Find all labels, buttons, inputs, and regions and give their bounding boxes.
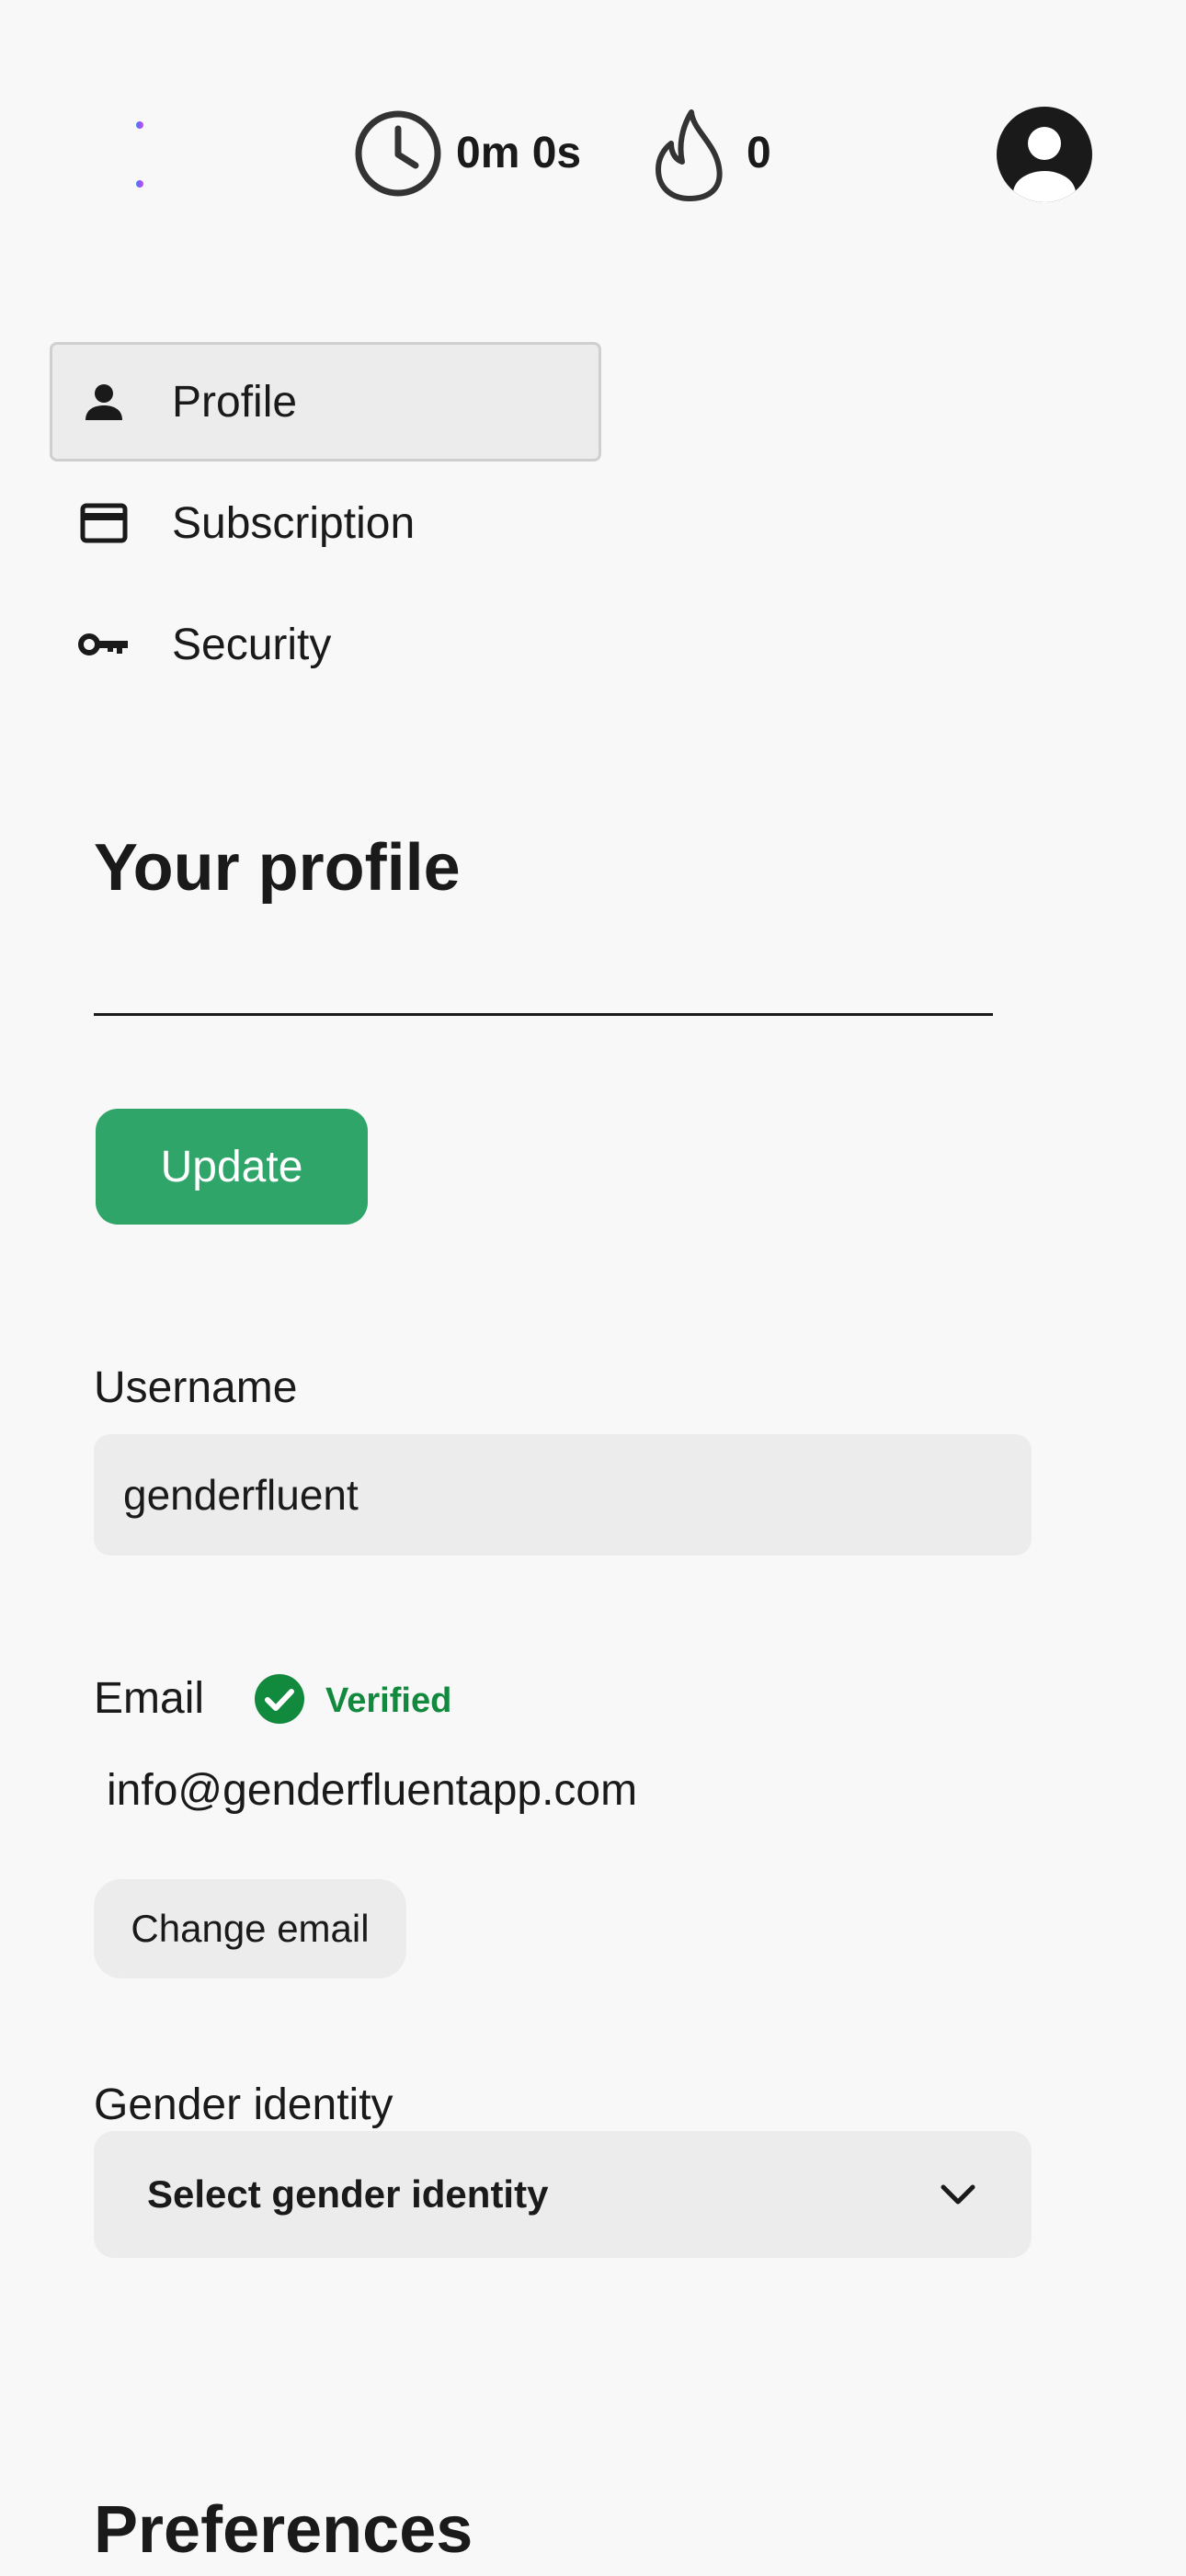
sidebar-item-subscription[interactable]: Subscription xyxy=(50,463,601,583)
key-icon xyxy=(76,617,131,672)
sidebar-item-label: Profile xyxy=(172,377,298,427)
update-button[interactable]: Update xyxy=(96,1109,368,1225)
gender-identity-label: Gender identity xyxy=(94,2080,393,2129)
waveform-logo-icon[interactable] xyxy=(81,86,217,222)
flame-icon xyxy=(651,107,728,202)
person-icon xyxy=(76,374,131,429)
sidebar-item-label: Subscription xyxy=(172,498,416,548)
streak-count: 0 xyxy=(747,129,771,177)
session-timer: 0m 0s xyxy=(456,129,582,177)
verified-check-icon xyxy=(254,1673,305,1725)
credit-card-icon xyxy=(76,496,131,551)
sidebar-item-label: Security xyxy=(172,620,332,669)
verified-badge: Verified xyxy=(325,1681,452,1720)
user-avatar-icon[interactable] xyxy=(995,105,1094,204)
page-title: Your profile xyxy=(94,831,461,905)
change-email-button[interactable]: Change email xyxy=(94,1879,406,1978)
username-label: Username xyxy=(94,1363,298,1412)
preferences-heading: Preferences xyxy=(94,2493,473,2567)
sidebar-item-security[interactable]: Security xyxy=(50,585,601,704)
clock-icon xyxy=(353,108,443,199)
chevron-down-icon xyxy=(938,2174,978,2215)
email-value: info@genderfluentapp.com xyxy=(107,1766,638,1815)
gender-identity-select[interactable]: Select gender identity xyxy=(94,2131,1032,2258)
username-input[interactable] xyxy=(94,1434,1032,1556)
title-divider xyxy=(94,1013,993,1016)
sidebar-item-profile[interactable]: Profile xyxy=(50,342,601,462)
email-label: Email xyxy=(94,1674,205,1723)
gender-select-value: Select gender identity xyxy=(147,2172,549,2216)
